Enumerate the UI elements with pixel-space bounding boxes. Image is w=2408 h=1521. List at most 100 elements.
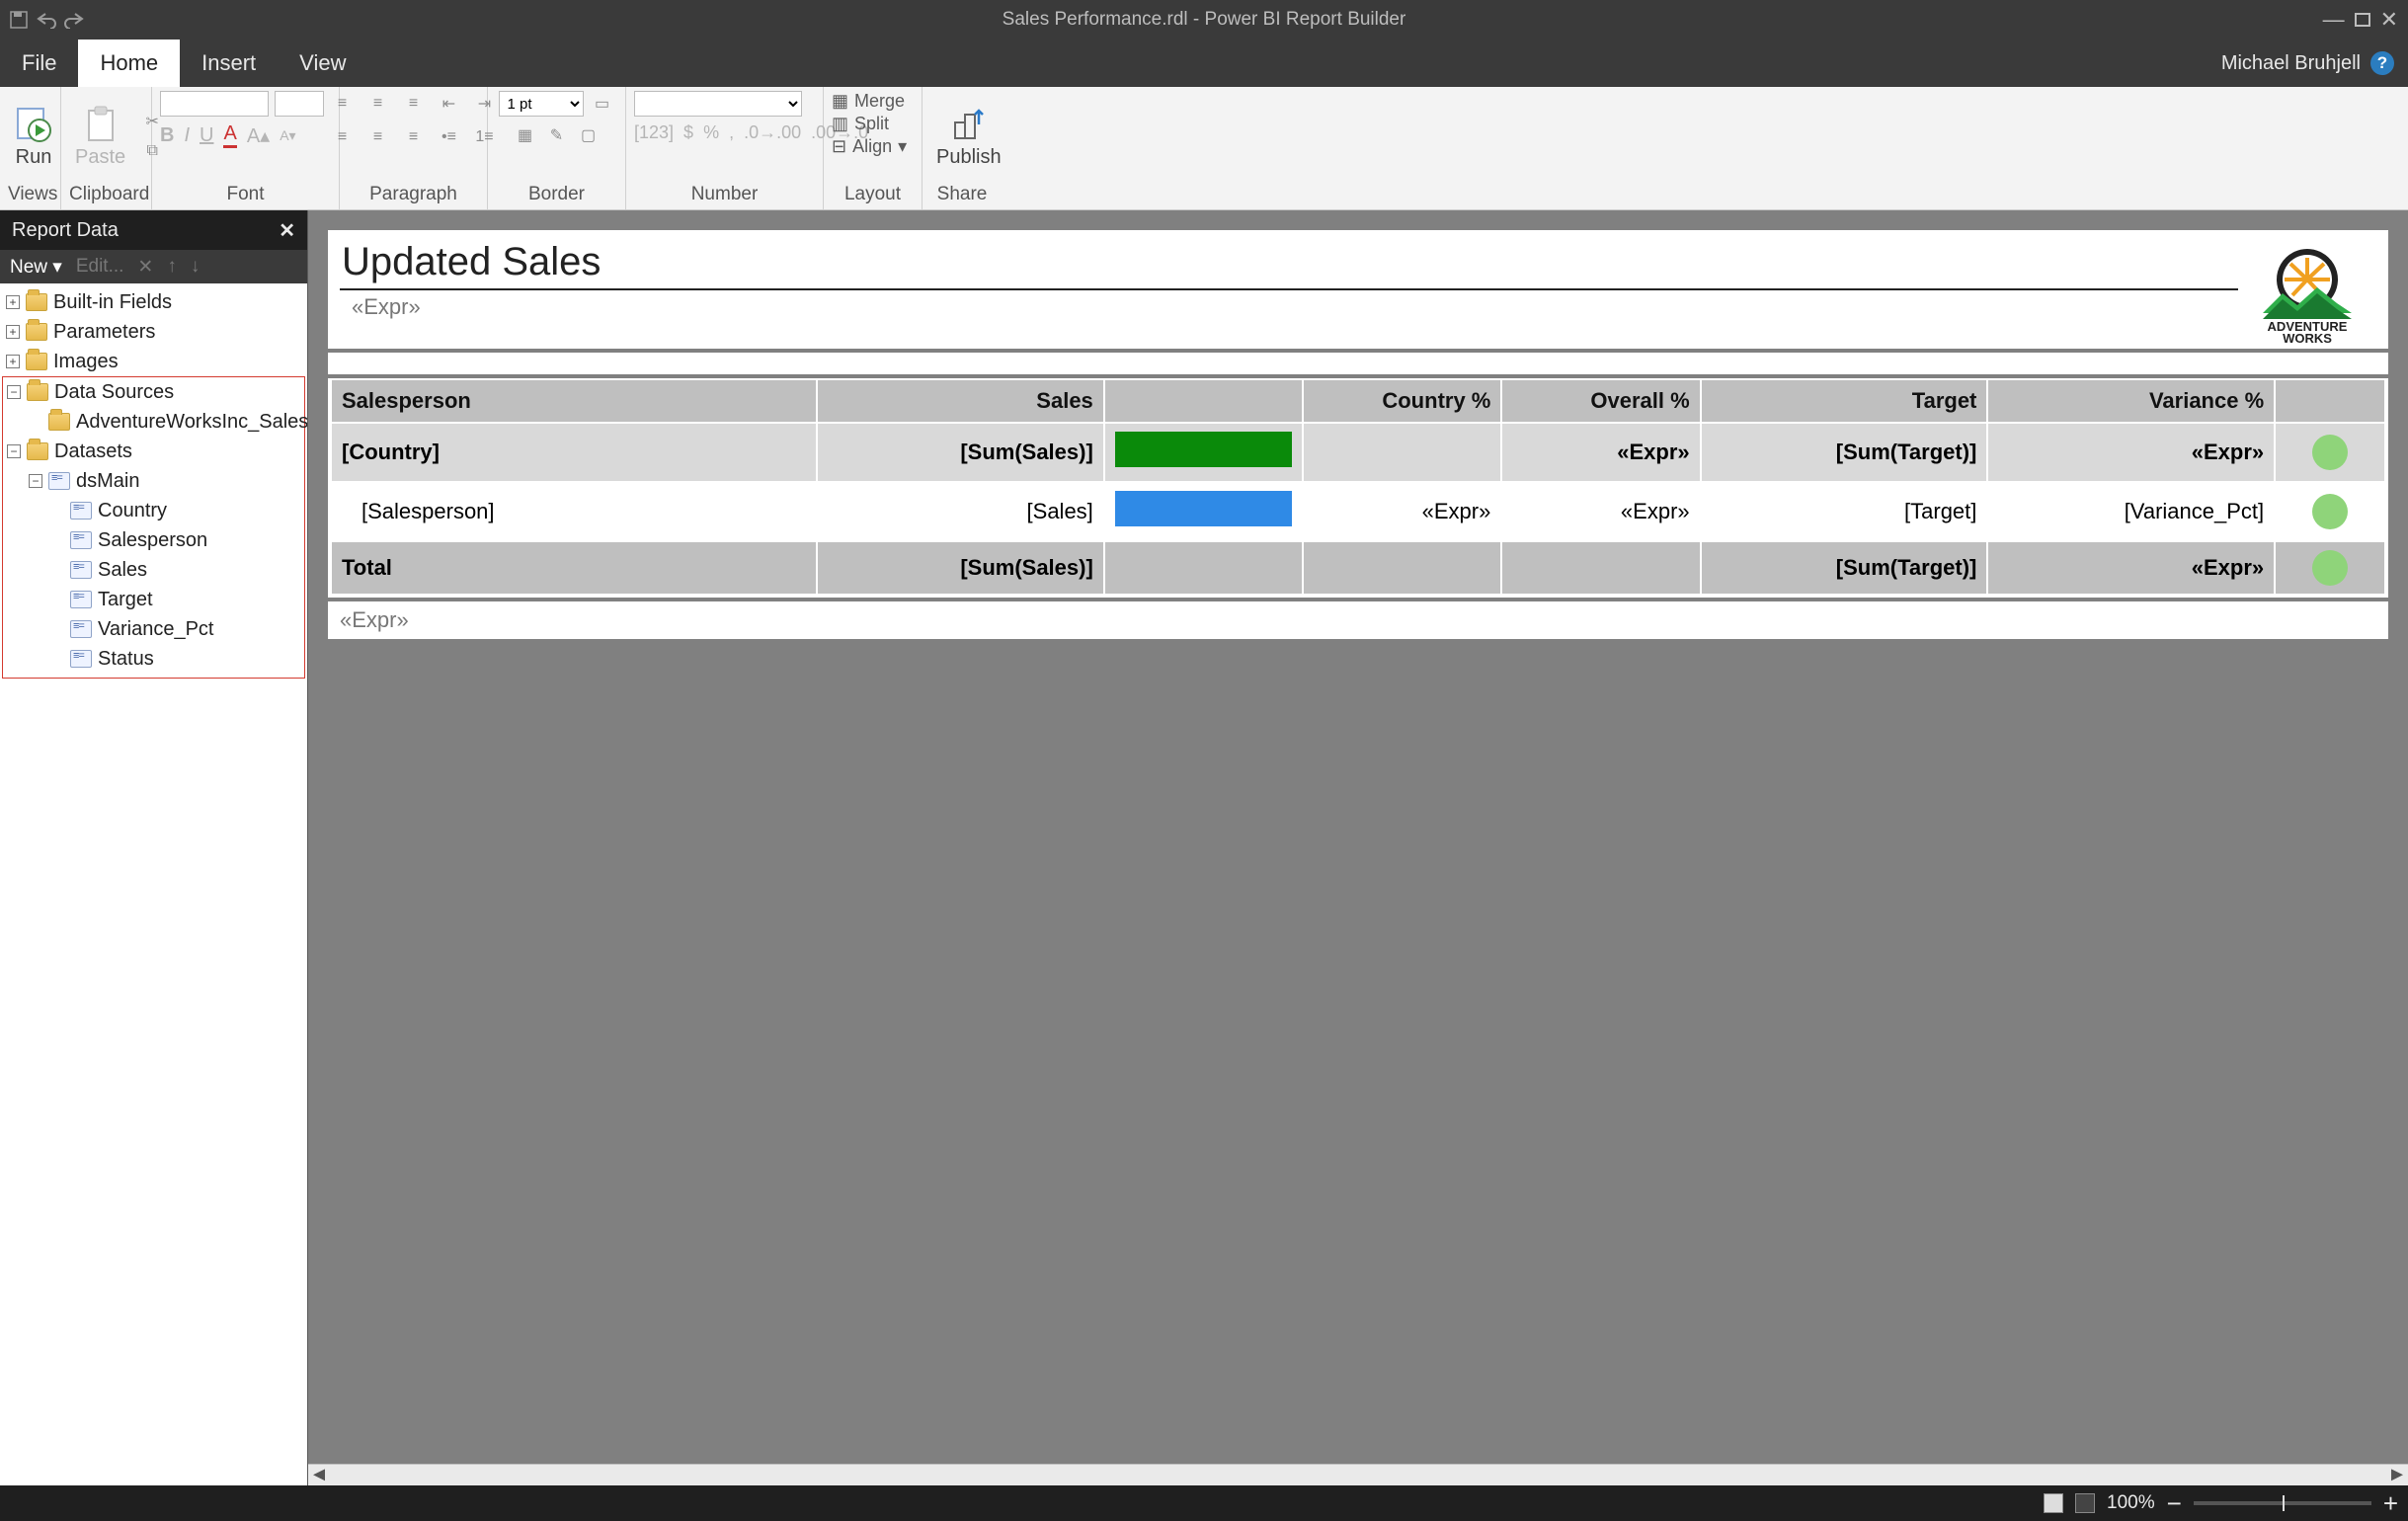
tree-field[interactable]: Salesperson xyxy=(3,525,304,555)
align-right-icon[interactable]: ≡ xyxy=(401,124,427,150)
group-views: Views xyxy=(8,182,52,207)
title-bar: Sales Performance.rdl - Power BI Report … xyxy=(0,0,2408,40)
pane-delete-icon[interactable]: ✕ xyxy=(137,256,153,279)
tree-parameters[interactable]: +Parameters xyxy=(2,317,305,347)
field-icon xyxy=(70,620,92,638)
hdr-kpi[interactable] xyxy=(2275,379,2385,423)
tree-images[interactable]: +Images xyxy=(2,347,305,376)
border-color-icon[interactable]: ✎ xyxy=(544,122,570,148)
tab-file[interactable]: File xyxy=(0,40,78,87)
scroll-left-icon[interactable]: ◄ xyxy=(308,1464,330,1486)
scroll-right-icon[interactable]: ► xyxy=(2386,1464,2408,1486)
tab-insert[interactable]: Insert xyxy=(180,40,278,87)
pane-up-icon[interactable]: ↑ xyxy=(167,256,177,278)
zoom-slider[interactable] xyxy=(2194,1501,2371,1505)
underline-icon[interactable]: U xyxy=(200,124,213,147)
bold-icon[interactable]: B xyxy=(160,124,174,147)
close-icon[interactable]: ✕ xyxy=(2380,7,2398,33)
shrink-font-icon[interactable]: A▾ xyxy=(280,127,295,144)
horizontal-scrollbar[interactable]: ◄ ► xyxy=(308,1464,2408,1485)
font-family-input[interactable] xyxy=(160,91,269,117)
border-style-icon[interactable]: ▭ xyxy=(590,91,615,117)
tree-datasources[interactable]: −Data Sources xyxy=(3,377,304,407)
align-button[interactable]: ⊟Align ▾ xyxy=(832,136,907,157)
tree-datasets[interactable]: −Datasets xyxy=(3,437,304,466)
table-header-row[interactable]: Salesperson Sales Country % Overall % Ta… xyxy=(331,379,2385,423)
hdr-sales[interactable]: Sales xyxy=(817,379,1104,423)
report-tablix[interactable]: Salesperson Sales Country % Overall % Ta… xyxy=(330,378,2386,596)
help-icon[interactable]: ? xyxy=(2370,51,2394,75)
fill-color-icon[interactable]: ▦ xyxy=(513,122,538,148)
design-surface[interactable]: Updated Sales «Expr» ADVENTURE WORKS xyxy=(308,210,2408,1485)
table-group-row[interactable]: [Country] [Sum(Sales)] «Expr» [Sum(Targe… xyxy=(331,423,2385,482)
run-button[interactable]: Run xyxy=(8,103,59,171)
footer-expr[interactable]: «Expr» xyxy=(328,598,2388,639)
align-top-icon[interactable]: ≡ xyxy=(330,91,356,117)
redo-icon[interactable] xyxy=(63,9,85,31)
table-detail-row[interactable]: [Salesperson] [Sales] «Expr» «Expr» [Tar… xyxy=(331,482,2385,541)
tree-datasource-item[interactable]: AdventureWorksInc_SalesAnalysis xyxy=(3,407,304,437)
minimize-icon[interactable]: — xyxy=(2323,7,2345,33)
merge-button[interactable]: ▦Merge xyxy=(832,91,905,112)
thousands-icon[interactable]: , xyxy=(729,122,734,143)
bullets-icon[interactable]: •≡ xyxy=(437,124,462,150)
table-total-row[interactable]: Total [Sum(Sales)] [Sum(Target)] «Expr» xyxy=(331,541,2385,595)
maximize-icon[interactable] xyxy=(2355,13,2370,27)
tree-field[interactable]: Country xyxy=(3,496,304,525)
tree-field[interactable]: Status xyxy=(3,644,304,674)
zoom-out-icon[interactable]: − xyxy=(2167,1488,2182,1519)
pane-close-icon[interactable]: ✕ xyxy=(279,218,295,243)
pane-down-icon[interactable]: ↓ xyxy=(191,256,201,278)
grow-font-icon[interactable]: A▴ xyxy=(247,123,270,148)
hdr-country-pct[interactable]: Country % xyxy=(1303,379,1501,423)
tree-dsmain[interactable]: −dsMain xyxy=(3,466,304,496)
status-bar: 100% − + xyxy=(0,1485,2408,1521)
split-button[interactable]: ▥Split xyxy=(832,114,889,134)
zoom-in-icon[interactable]: + xyxy=(2383,1488,2398,1519)
font-color-icon[interactable]: A xyxy=(223,122,236,148)
align-center-icon[interactable]: ≡ xyxy=(365,124,391,150)
pane-edit-button[interactable]: Edit... xyxy=(76,256,124,278)
logo[interactable]: ADVENTURE WORKS xyxy=(2238,238,2376,349)
tree-field[interactable]: Sales xyxy=(3,555,304,585)
font-size-input[interactable] xyxy=(275,91,324,117)
tree-field[interactable]: Target xyxy=(3,585,304,614)
undo-icon[interactable] xyxy=(36,9,57,31)
tree-builtin[interactable]: +Built-in Fields xyxy=(2,287,305,317)
group-font: Font xyxy=(160,182,331,207)
currency-icon[interactable]: $ xyxy=(683,122,693,143)
save-icon[interactable] xyxy=(8,9,30,31)
hdr-variance[interactable]: Variance % xyxy=(1987,379,2275,423)
hdr-overall-pct[interactable]: Overall % xyxy=(1501,379,1700,423)
border-width-input[interactable]: 1 pt xyxy=(499,91,584,117)
tab-view[interactable]: View xyxy=(278,40,367,87)
align-bottom-icon[interactable]: ≡ xyxy=(401,91,427,117)
report-title[interactable]: Updated Sales xyxy=(340,238,2238,290)
placeholder-icon[interactable]: [123] xyxy=(634,122,674,143)
group-clipboard: Clipboard xyxy=(69,182,143,207)
subtitle-expr[interactable]: «Expr» xyxy=(340,290,2238,324)
kpi-indicator xyxy=(2312,550,2348,586)
tab-home[interactable]: Home xyxy=(78,40,180,87)
hdr-salesperson[interactable]: Salesperson xyxy=(331,379,817,423)
hdr-bar[interactable] xyxy=(1104,379,1303,423)
databar-blue xyxy=(1115,491,1292,526)
hdr-target[interactable]: Target xyxy=(1701,379,1988,423)
italic-icon[interactable]: I xyxy=(184,124,190,147)
increase-decimal-icon[interactable]: .0→.00 xyxy=(744,122,801,143)
decrease-indent-icon[interactable]: ⇤ xyxy=(437,91,462,117)
databar-green xyxy=(1115,432,1292,467)
align-left-icon[interactable]: ≡ xyxy=(330,124,356,150)
pane-new-button[interactable]: New ▾ xyxy=(10,256,62,279)
report-page[interactable]: Updated Sales «Expr» ADVENTURE WORKS xyxy=(328,230,2388,639)
paste-button[interactable]: Paste xyxy=(69,103,131,171)
tree-field[interactable]: Variance_Pct xyxy=(3,614,304,644)
publish-button[interactable]: Publish xyxy=(930,103,1007,171)
preview-icon[interactable] xyxy=(2075,1493,2095,1513)
design-view-icon[interactable] xyxy=(2044,1493,2063,1513)
align-middle-icon[interactable]: ≡ xyxy=(365,91,391,117)
borders-icon[interactable]: ▢ xyxy=(576,122,602,148)
number-format-input[interactable] xyxy=(634,91,802,117)
percent-icon[interactable]: % xyxy=(703,122,719,143)
dataset-icon xyxy=(48,472,70,490)
